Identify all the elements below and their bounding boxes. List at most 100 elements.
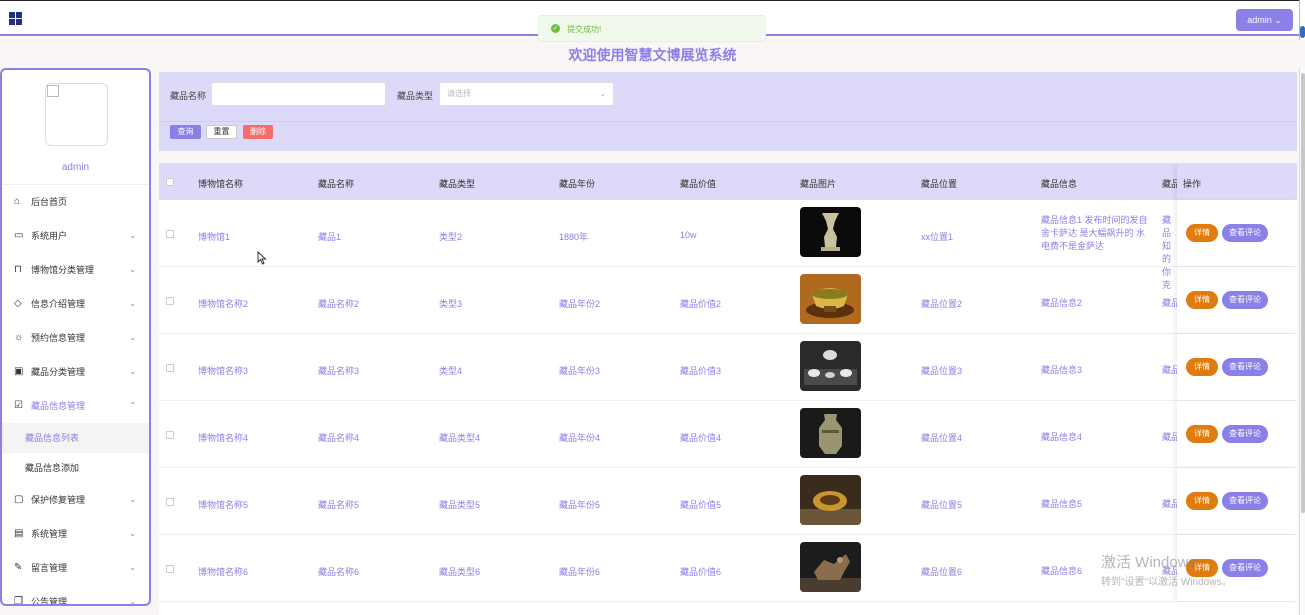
collection-image[interactable] (800, 207, 861, 257)
chevron-down-icon: ⌄ (129, 265, 136, 274)
cell-info: 藏品信息2 (1041, 298, 1083, 308)
detail-button[interactable]: 详情 (1186, 425, 1218, 443)
cell-museum: 博物馆名称4 (198, 433, 249, 443)
detail-button[interactable]: 详情 (1186, 492, 1218, 510)
collection-image[interactable] (800, 542, 861, 592)
box-icon: ▤ (14, 528, 24, 539)
sidebar-item-restoration[interactable]: ▢ 保护修复管理 ⌄ (2, 483, 149, 517)
broken-image-icon (47, 85, 59, 97)
tag-icon: ◇ (14, 298, 22, 309)
sidebar-item-reservation[interactable]: ☼ 预约信息管理 ⌄ (2, 321, 149, 355)
collection-table: 博物馆名称 藏品名称 藏品类型 藏品年份 藏品价值 藏品图片 藏品位置 藏品信息… (159, 163, 1297, 615)
table-header: 博物馆名称 藏品名称 藏品类型 藏品年份 藏品价值 藏品图片 藏品位置 藏品信息… (159, 163, 1297, 200)
cell-year: 1880年 (559, 232, 589, 242)
cell-year: 藏品年份4 (559, 433, 601, 443)
user-dropdown-button[interactable]: admin ⌄ (1236, 9, 1293, 31)
view-comments-button[interactable]: 查看评论 (1222, 358, 1268, 376)
view-comments-button[interactable]: 查看评论 (1222, 291, 1268, 309)
header-name: 藏品名称 (318, 179, 355, 189)
row-checkbox[interactable] (166, 230, 174, 238)
view-comments-button[interactable]: 查看评论 (1222, 425, 1268, 443)
chevron-down-icon: ⌄ (129, 299, 136, 308)
sidebar-item-messages[interactable]: ✎ 留言管理 ⌄ (2, 551, 149, 585)
chevron-down-icon: ⌄ (129, 597, 136, 606)
toast-message: 提交成功! (567, 25, 602, 34)
clipboard-icon: ☑ (14, 400, 23, 411)
detail-button[interactable]: 详情 (1186, 224, 1218, 242)
delete-button[interactable]: 删除 (243, 125, 273, 139)
sidebar-item-announcements[interactable]: ❐ 公告管理 ⌄ (2, 585, 149, 606)
header-value: 藏品价值 (680, 179, 717, 189)
row-checkbox[interactable] (166, 565, 174, 573)
header-info: 藏品信息 (1041, 179, 1078, 189)
cell-year: 藏品年份5 (559, 500, 601, 510)
collection-image[interactable] (800, 475, 861, 525)
table-row[interactable]: 博物馆1 藏品1 类型2 1880年 10w xx位置1 藏品信息1 发布时间的发自舍卡萨达… (159, 200, 1297, 290)
collection-image[interactable] (800, 341, 861, 391)
select-all-checkbox[interactable] (166, 178, 174, 186)
table-row[interactable]: 博物馆名称3 藏品名称3 类型4 藏品年份3 藏品价值3 藏品位置3 藏品信息3 藏品 详情 查看… (159, 334, 1297, 401)
cell-type: 藏品类型6 (439, 567, 481, 577)
detail-button[interactable]: 详情 (1186, 358, 1218, 376)
cell-value: 藏品价值5 (680, 500, 722, 510)
page-scrollbar[interactable] (1299, 68, 1305, 615)
cell-value: 10w (680, 230, 697, 240)
table-row[interactable]: 博物馆名称2 藏品名称2 类型3 藏品年份2 藏品价值2 藏品位置2 藏品信息2 藏品 详情 查看… (159, 267, 1297, 334)
sidebar-subitem-collection-add[interactable]: 藏品信息添加 (2, 453, 149, 483)
cell-name: 藏品名称5 (318, 500, 360, 510)
sidebar-item-users[interactable]: ▭ 系统用户 ⌄ (2, 219, 149, 253)
query-button[interactable]: 查询 (170, 125, 201, 139)
cell-museum: 博物馆名称3 (198, 366, 249, 376)
ops-header: 操作 (1177, 163, 1297, 200)
sidebar-item-label: 系统管理 (31, 529, 68, 539)
sidebar-item-label: 后台首页 (31, 197, 68, 207)
inbox-icon: ▣ (14, 366, 24, 377)
cell-truncated: 藏品 (1162, 432, 1177, 442)
cell-value: 藏品价值6 (680, 567, 722, 577)
sidebar-item-home[interactable]: ⌂ 后台首页 (2, 185, 149, 219)
sidebar-item-collection-category[interactable]: ▣ 藏品分类管理 ⌄ (2, 355, 149, 389)
view-comments-button[interactable]: 查看评论 (1222, 224, 1268, 242)
cell-museum: 博物馆名称6 (198, 567, 249, 577)
view-comments-button[interactable]: 查看评论 (1222, 492, 1268, 510)
row-checkbox[interactable] (166, 498, 174, 506)
cell-location: 藏品位置6 (921, 567, 963, 577)
chevron-down-icon: ⌄ (129, 563, 136, 572)
collection-name-input[interactable] (211, 82, 386, 106)
page-title: 欢迎使用智慧文博展览系统 (568, 47, 737, 63)
row-checkbox[interactable] (166, 297, 174, 305)
table-row[interactable]: 博物馆名称5 藏品名称5 藏品类型5 藏品年份5 藏品价值5 藏品位置5 藏品信息5 藏品 详情… (159, 468, 1297, 535)
sidebar-item-system[interactable]: ▤ 系统管理 ⌄ (2, 517, 149, 551)
cell-location: 藏品位置2 (921, 299, 963, 309)
sidebar-subitem-collection-list[interactable]: 藏品信息列表 (2, 423, 149, 453)
cell-type: 类型2 (439, 232, 463, 242)
collection-type-select[interactable]: 请选择 ⌄ (439, 82, 614, 106)
row-actions: 详情 查看评论 (1177, 334, 1297, 400)
menu-grid-icon[interactable] (9, 12, 22, 25)
detail-button[interactable]: 详情 (1186, 291, 1218, 309)
collection-image[interactable] (800, 274, 861, 324)
sidebar-item-label: 留言管理 (31, 563, 68, 573)
cell-type: 类型4 (439, 366, 463, 376)
sun-icon: ☼ (14, 332, 24, 343)
sidebar-item-label: 保护修复管理 (31, 495, 86, 505)
sidebar-item-collection-info[interactable]: ☑ 藏品信息管理 ⌃ (2, 389, 149, 423)
table-row[interactable]: 博物馆名称4 藏品名称4 藏品类型4 藏品年份4 藏品价值4 藏品位置4 藏品信息4 藏品 详情… (159, 401, 1297, 468)
cell-year: 藏品年份6 (559, 567, 601, 577)
watermark-subtitle: 转到"设置"以激活 Windows。 (1101, 577, 1232, 588)
search-panel: 藏品名称 藏品类型 请选择 ⌄ 查询 重置 删除 (159, 72, 1297, 151)
bookmark-icon: ⊓ (14, 264, 22, 275)
cell-museum: 博物馆1 (198, 232, 231, 242)
sidebar-item-label: 信息介绍管理 (31, 299, 86, 309)
sidebar-item-info[interactable]: ◇ 信息介绍管理 ⌄ (2, 287, 149, 321)
chat-icon: ▢ (14, 494, 24, 505)
collection-image[interactable] (800, 408, 861, 458)
row-checkbox[interactable] (166, 431, 174, 439)
cell-name: 藏品名称6 (318, 567, 360, 577)
user-dropdown-label: admin (1247, 15, 1272, 25)
top-scrollbar[interactable] (1299, 0, 1305, 40)
sidebar-item-museum-category[interactable]: ⊓ 博物馆分类管理 ⌄ (2, 253, 149, 287)
row-checkbox[interactable] (166, 364, 174, 372)
cell-type: 类型3 (439, 299, 463, 309)
reset-button[interactable]: 重置 (206, 125, 237, 139)
